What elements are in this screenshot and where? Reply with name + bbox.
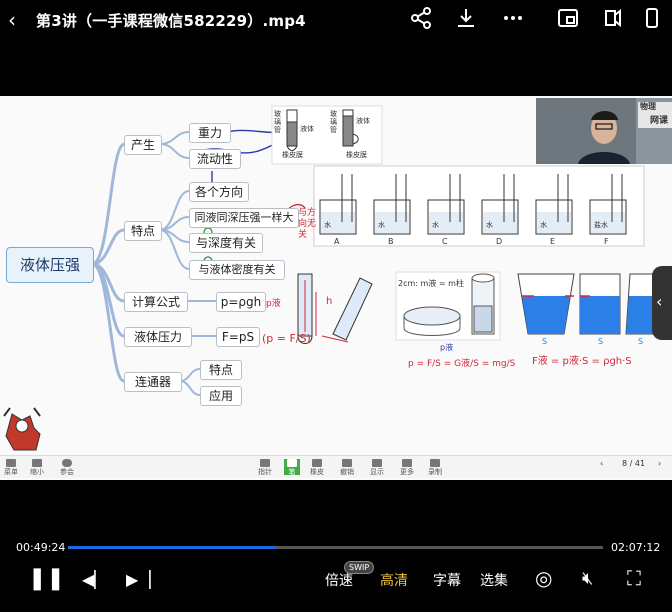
container-diagrams — [517, 273, 657, 335]
undo-tool[interactable]: 撤销 — [340, 459, 354, 476]
annotation-pressure-ratio: (p = F/S) — [262, 332, 311, 345]
pause-icon[interactable]: ❚❚ — [28, 566, 65, 591]
node-formula: p=ρgh — [216, 292, 266, 312]
eraser-tool[interactable]: 橡皮 — [310, 459, 324, 476]
webcam-label: 物理 — [640, 102, 656, 111]
episodes-button[interactable]: 选集 — [480, 570, 508, 590]
zoom-out-tool[interactable]: 缩小 — [30, 459, 44, 476]
beaker-liquid-F: 盐水 — [594, 221, 608, 229]
video-title: 第3讲（一手课程微信582229）.mp4 — [36, 12, 306, 30]
label-liquid-2: 液体 — [356, 117, 370, 125]
whiteboard-toolbar: 菜单 缩小 参会 指针 笔 橡皮 撤销 显示 更多 录制 ‹ 8 / 41 › — [0, 455, 672, 478]
beaker-letter-C: C — [442, 237, 448, 246]
teacher-webcam: 物理 网课 — [536, 98, 672, 164]
side-panel-handle[interactable]: ‹ — [652, 266, 672, 340]
menu-tool[interactable]: 菜单 — [4, 459, 18, 476]
branch-formula: 计算公式 — [124, 292, 188, 312]
pen-tool[interactable]: 笔 — [284, 459, 300, 476]
record-tool[interactable]: 录制 — [428, 459, 442, 476]
video-frame[interactable]: 液体压强 产生 特点 计算公式 液体压力 连通器 重力 流动性 各个方向 同液同… — [0, 96, 672, 480]
annotation-s2: S — [598, 337, 604, 346]
annotation-h: h — [326, 296, 333, 307]
total-time: 02:07:12 — [611, 541, 661, 554]
previous-icon[interactable]: ◀▏ — [82, 570, 107, 589]
label-glass-tube-1: 玻璃管 — [274, 110, 281, 134]
top-bar: ‹ 第3讲（一手课程微信582229）.mp4 — [0, 0, 672, 40]
mascot-image — [3, 407, 41, 451]
beaker-liquid-C: 水 — [432, 221, 439, 229]
annotation-p-note: p液 — [440, 343, 454, 352]
page-indicator: 8 / 41 — [622, 459, 646, 468]
rotate-icon[interactable] — [640, 6, 664, 30]
fullscreen-icon[interactable]: ⛶ — [627, 566, 641, 590]
back-arrow-icon[interactable]: ‹ — [8, 9, 28, 31]
beaker-letter-A: A — [334, 237, 340, 246]
branch-produce: 产生 — [124, 135, 162, 155]
node-force-formula: F=pS — [216, 327, 260, 347]
label-membrane-1: 橡皮膜 — [282, 151, 303, 159]
node-connector-features: 特点 — [200, 360, 242, 380]
mindmap-root: 液体压强 — [6, 247, 94, 283]
mute-icon[interactable]: 🔇︎ — [582, 568, 593, 589]
node-connector-application: 应用 — [200, 386, 242, 406]
node-same-depth: 同液同深压强一样大 — [189, 208, 299, 228]
beaker-letter-D: D — [496, 237, 503, 246]
beaker-letter-F: F — [604, 237, 609, 246]
branch-features: 特点 — [124, 221, 162, 241]
beaker-liquid-E: 水 — [540, 221, 547, 229]
prev-page-icon[interactable]: ‹ — [600, 459, 603, 468]
beaker-liquid-D: 水 — [486, 221, 493, 229]
beaker-liquid-B: 水 — [378, 221, 385, 229]
download-icon[interactable] — [454, 6, 478, 30]
swip-badge: SWIP — [344, 561, 375, 574]
next-page-icon[interactable]: › — [658, 459, 661, 468]
webcam-course-label: 网课 — [650, 116, 669, 126]
more-tool[interactable]: 更多 — [400, 459, 414, 476]
attendees-tool[interactable]: 参会 — [60, 459, 74, 476]
current-time: 00:49:24 — [16, 541, 66, 554]
branch-liquid-force: 液体压力 — [124, 327, 192, 347]
pointer-tool[interactable]: 指针 — [258, 459, 272, 476]
node-density: 与液体密度有关 — [189, 260, 285, 280]
node-depth: 与深度有关 — [189, 233, 263, 253]
annotation-force-formula: F液 = p液·S = ρgh·S — [532, 356, 632, 367]
beaker-letter-B: B — [388, 237, 394, 246]
label-liquid-1: 液体 — [300, 125, 314, 133]
picture-in-picture-icon[interactable] — [556, 6, 580, 30]
label-membrane-2: 橡皮膜 — [346, 151, 367, 159]
cast-icon[interactable] — [600, 6, 624, 30]
annotation-s1: S — [542, 337, 548, 346]
chevron-left-icon[interactable]: ‹ — [656, 292, 662, 311]
beaker-liquid-A: 水 — [324, 221, 331, 229]
node-gravity: 重力 — [189, 123, 231, 143]
branch-connector: 连通器 — [124, 372, 182, 392]
more-icon[interactable] — [501, 6, 525, 30]
progress-bar[interactable] — [68, 546, 603, 549]
quality-button[interactable]: 高清 — [380, 570, 408, 590]
annotation-s3: S — [638, 337, 644, 346]
beaker-letter-E: E — [550, 237, 556, 246]
annotation-pressure-formula: p = F/S = G液/S = mg/S — [408, 359, 516, 369]
share-icon[interactable] — [409, 6, 433, 30]
annotation-p-liquid: p液 — [266, 299, 281, 309]
node-fluidity: 流动性 — [189, 149, 241, 169]
display-tool[interactable]: 显示 — [370, 459, 384, 476]
annotation-cylinder: 2cm: m液 = m柱 — [398, 279, 464, 288]
annotation-direction: 与方向无关 — [298, 208, 317, 240]
target-icon[interactable]: ◎ — [535, 566, 552, 590]
node-all-directions: 各个方向 — [189, 182, 249, 202]
label-glass-tube-2: 玻璃管 — [330, 110, 337, 134]
next-icon[interactable]: ▶▕ — [126, 570, 151, 589]
subtitles-button[interactable]: 字幕 — [433, 570, 461, 590]
